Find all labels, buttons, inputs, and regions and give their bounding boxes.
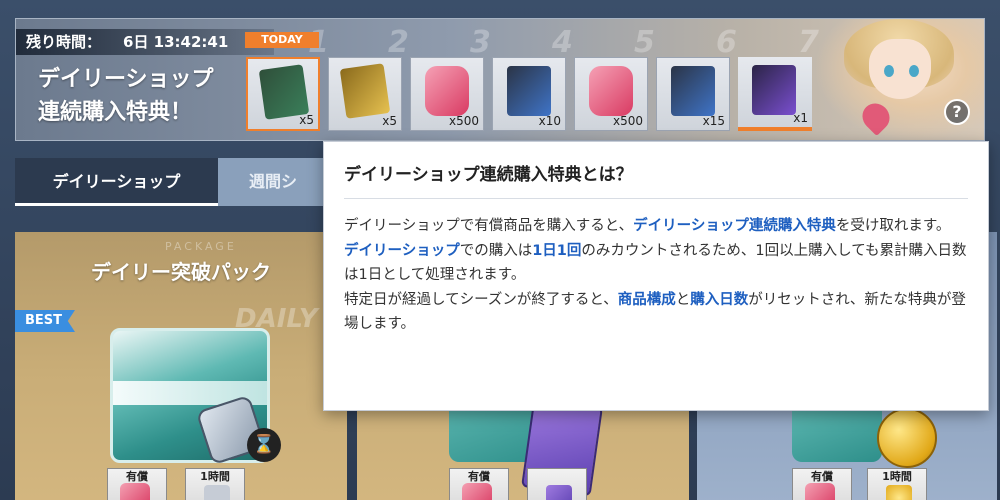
gold-ticket-icon bbox=[339, 63, 391, 119]
best-ribbon: BEST bbox=[15, 310, 75, 332]
reward-day-7[interactable]: x1 bbox=[738, 57, 812, 131]
popup-title: デイリーショップ連続購入特典とは？ bbox=[344, 165, 633, 185]
reward-day-2[interactable]: x5 bbox=[328, 57, 402, 131]
day-number-7: 7 bbox=[798, 25, 819, 60]
package-watermark: PACKAGE bbox=[165, 240, 237, 253]
one-hour-item[interactable]: 1時間 bbox=[185, 468, 245, 500]
reward-qty: x10 bbox=[538, 114, 561, 128]
tab-daily-shop[interactable]: デイリーショップ bbox=[15, 158, 218, 206]
package-box-image bbox=[792, 402, 882, 462]
reward-day-6[interactable]: x15 bbox=[656, 57, 730, 131]
popup-body: デイリーショップで有償商品を購入すると、デイリーショップ連続購入特典を受け取れま… bbox=[344, 214, 970, 337]
paid-label: 有償 bbox=[811, 470, 833, 483]
pink-gem-icon bbox=[805, 483, 835, 500]
day-number-6: 6 bbox=[716, 25, 737, 60]
paid-gem-item[interactable]: 有償 bbox=[107, 468, 167, 500]
reward-qty: x1 bbox=[793, 111, 808, 125]
popup-text: と bbox=[675, 291, 691, 308]
popup-divider bbox=[344, 198, 968, 199]
reward-day-1[interactable]: x5 bbox=[246, 57, 320, 131]
popup-text: デイリーショップで有償商品を購入すると、 bbox=[344, 218, 634, 234]
popup-paragraph-1: デイリーショップで有償商品を購入すると、デイリーショップ連続購入特典を受け取れま… bbox=[344, 214, 970, 239]
banner-title-line2: 連続購入特典！ bbox=[38, 100, 193, 125]
gold-coin-icon bbox=[877, 408, 937, 468]
popup-paragraph-3: 特定日が経過してシーズンが終了すると、商品構成と購入日数がリセットされ、新たな特… bbox=[344, 288, 970, 337]
remaining-time-label: 残り時間： bbox=[26, 33, 102, 51]
reward-qty: x500 bbox=[612, 114, 643, 128]
one-hour-item[interactable]: 1時間 bbox=[867, 468, 927, 500]
reward-qty: x500 bbox=[448, 114, 479, 128]
blue-card-icon bbox=[671, 66, 715, 116]
paid-gem-item[interactable]: 有償 bbox=[792, 468, 852, 500]
reward-day-3[interactable]: x500 bbox=[410, 57, 484, 131]
paid-label: 有償 bbox=[468, 470, 490, 483]
popup-text: を受け取れます。 bbox=[835, 218, 951, 234]
today-tag: TODAY bbox=[245, 32, 319, 48]
reward-day-5[interactable]: x500 bbox=[574, 57, 648, 131]
one-hour-label: 1時間 bbox=[882, 470, 912, 483]
popup-highlight: デイリーショップ bbox=[344, 242, 460, 259]
remaining-time: 残り時間： 6日 13:42:41 bbox=[16, 29, 274, 55]
daily-bonus-banner: 1 2 3 4 5 6 7 残り時間：6日 13:42:41 デイリーショップ … bbox=[15, 18, 985, 141]
popup-highlight: デイリーショップ連続購入特典 bbox=[633, 218, 836, 234]
day-number-3: 3 bbox=[470, 25, 491, 60]
banner-title-line1: デイリーショップ bbox=[38, 67, 214, 92]
ticket-item[interactable] bbox=[527, 468, 587, 500]
one-hour-label: 1時間 bbox=[200, 470, 230, 483]
remaining-time-value: 6日 13:42:41 bbox=[123, 33, 229, 51]
popup-text: 特定日が経過してシーズンが終了すると、 bbox=[344, 291, 618, 308]
tab-weekly-shop[interactable]: 週間シ bbox=[218, 158, 328, 206]
paid-label: 有償 bbox=[126, 470, 148, 483]
day-number-4: 4 bbox=[552, 25, 573, 60]
help-tooltip-popup: デイリーショップ連続購入特典とは？ デイリーショップで有償商品を購入すると、デイ… bbox=[323, 141, 989, 411]
pink-gem-icon bbox=[425, 66, 469, 116]
help-icon[interactable]: ? bbox=[944, 99, 970, 125]
popup-highlight: 1日1回 bbox=[532, 242, 582, 259]
blue-card-icon bbox=[507, 66, 551, 116]
pink-gem-icon bbox=[120, 483, 150, 500]
reward-qty: x5 bbox=[299, 113, 314, 127]
day-number-5: 5 bbox=[634, 25, 655, 60]
card-title: デイリー突破パック bbox=[91, 260, 271, 284]
popup-highlight: 商品構成 bbox=[617, 291, 676, 308]
popup-highlight: 購入日数 bbox=[690, 291, 749, 308]
reward-qty: x5 bbox=[382, 114, 397, 128]
gold-coin-icon bbox=[886, 485, 912, 500]
green-ticket-icon bbox=[258, 64, 310, 120]
pink-gem-icon bbox=[462, 483, 492, 500]
hourglass-icon: ⌛ bbox=[247, 428, 281, 462]
purple-card-icon bbox=[752, 65, 796, 115]
reward-qty: x15 bbox=[702, 114, 725, 128]
banner-title: デイリーショップ 連続購入特典！ bbox=[38, 63, 258, 129]
reward-day-4[interactable]: x10 bbox=[492, 57, 566, 131]
pink-gem-icon bbox=[589, 66, 633, 116]
purple-ticket-icon bbox=[546, 485, 572, 500]
popup-paragraph-2: デイリーショップでの購入は1日1回のみカウントされるため、1回以上購入しても累計… bbox=[344, 239, 970, 288]
paid-gem-item[interactable]: 有償 bbox=[449, 468, 509, 500]
day-number-2: 2 bbox=[388, 25, 409, 60]
popup-text: での購入は bbox=[459, 242, 533, 259]
time-boost-icon bbox=[204, 485, 230, 500]
product-card-daily-breakthrough[interactable]: PACKAGE デイリー突破パック DAILY ⌛ 有償 1時間 bbox=[15, 232, 347, 500]
